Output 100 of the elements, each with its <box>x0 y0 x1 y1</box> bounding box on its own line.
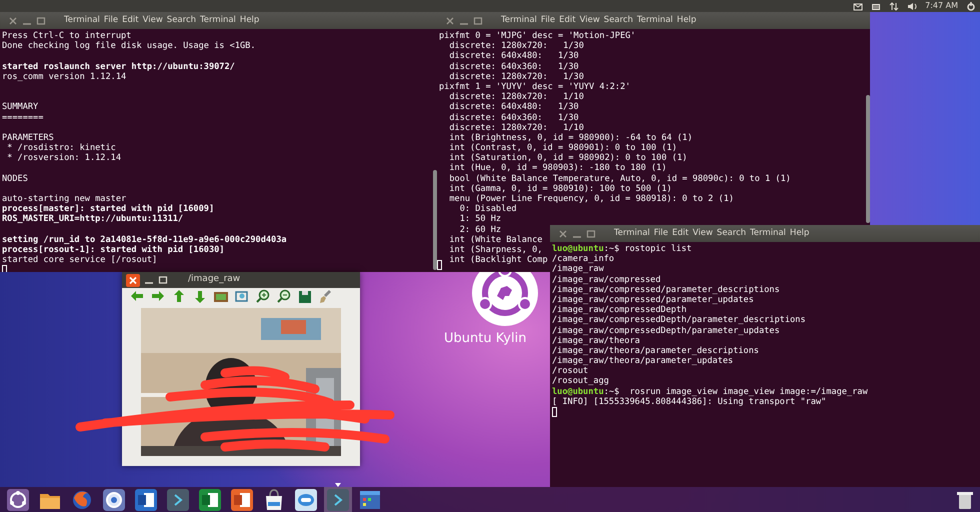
terminal-command: :~$ rostopic list <box>604 244 692 254</box>
terminal-line: pixfmt 0 = 'MJPG' desc = 'Motion-JPEG' <box>439 31 636 42</box>
menu-item[interactable]: Search <box>602 12 635 29</box>
terminal-line: /image_raw/theora/parameter_descriptions <box>552 346 759 356</box>
terminal-line: process[master]: started with pid [16009] <box>2 204 214 214</box>
text-cursor <box>437 260 442 270</box>
menu-item[interactable]: File <box>102 12 120 29</box>
terminal-line: /image_raw/theora/parameter_updates <box>552 356 734 366</box>
terminal-line: int (White Balance <box>448 234 542 245</box>
dash-icon <box>7 489 29 511</box>
terminal-line: discrete: 640x480: 1/30 <box>448 102 579 112</box>
menu-item[interactable]: Edit <box>557 12 578 29</box>
network-icon[interactable] <box>889 2 900 10</box>
terminal-line: ros_comm version 1.12.14 <box>2 72 126 82</box>
menu-item[interactable]: Search <box>164 12 198 29</box>
launcher-item[interactable] <box>132 487 160 512</box>
launcher-item[interactable] <box>100 487 128 512</box>
menu-item[interactable]: Terminal <box>635 12 675 29</box>
terminal-line: * /rosversion: 1.12.14 <box>6 153 121 164</box>
terminal-line: Done checking log file disk usage. Usage is <1GB. <box>2 41 256 52</box>
presentation-icon <box>231 489 253 511</box>
menu-item[interactable]: Help <box>788 225 812 242</box>
terminal-line: discrete: 640x480: 1/30 <box>448 51 579 62</box>
close-icon[interactable] <box>126 274 140 286</box>
menu-item[interactable]: Help <box>238 12 262 29</box>
terminal-line: int (Saturation, 0, id = 980902): 0 to 100 (1) <box>448 153 688 164</box>
menu-item[interactable]: View <box>578 12 602 29</box>
terminal-line: discrete: 1280x720: 1/10 <box>448 122 584 133</box>
terminal-line: bool (White Balance Temperature, Auto, 0, id = 98090c): 0 to 1 (1) <box>448 174 791 184</box>
terminal-line: NODES <box>2 174 28 184</box>
spreadsheet-icon <box>199 489 221 511</box>
terminal-line: int (Backlight Comp <box>448 255 548 266</box>
terminal-line: Press Ctrl-C to interrupt <box>2 31 132 41</box>
terminal-line: /image_raw/compressedDepth <box>552 305 687 316</box>
terminal-line: /image_raw/compressed <box>552 274 661 285</box>
terminal-line: int (Brightness, 0, id = 980900): -64 to 64 (1) <box>448 132 693 144</box>
shopping-bag-icon <box>263 489 285 511</box>
menu-item[interactable]: Edit <box>670 225 691 242</box>
clock[interactable]: 7:47 AM <box>925 0 958 12</box>
terminal-line: ROS_MASTER_URI=http://ubuntu:11311/ <box>2 214 184 225</box>
terminal-line: menu (Power Line Frequency, 0, id = 980918): 0 to 2 (1) <box>448 194 734 204</box>
text-cursor <box>2 265 7 272</box>
terminal-line: /image_raw/compressed/parameter_descriptions <box>552 284 780 295</box>
terminal-line: /image_raw/compressedDepth/parameter_updates <box>552 326 780 336</box>
terminal-icon <box>167 489 189 511</box>
terminal-line: discrete: 1280x720: 1/30 <box>448 41 584 52</box>
terminal-line: setting /run_id to 2a14081e-5f8d-11e9-a9e6-000c290d403a <box>2 234 287 245</box>
launcher-item[interactable] <box>196 487 224 512</box>
terminal-line: /image_raw/compressed/parameter_updates <box>552 294 754 306</box>
menu-item[interactable]: Terminal <box>612 225 652 242</box>
menu-item[interactable]: View <box>140 12 165 29</box>
scrollbar[interactable] <box>866 95 870 223</box>
menu-item[interactable]: File <box>538 12 558 29</box>
terminal-line: discrete: 640x360: 1/30 <box>448 112 579 123</box>
prompt-user: luo@ubuntu <box>552 244 604 254</box>
power-icon[interactable] <box>966 2 976 10</box>
terminal-line: PARAMETERS <box>2 132 54 144</box>
terminal-line: discrete: 1280x720: 1/10 <box>448 92 584 102</box>
terminal-line: /rosout <box>552 366 588 376</box>
volume-icon[interactable] <box>907 2 918 10</box>
menu-item[interactable]: Terminal <box>198 12 238 29</box>
text-cursor <box>552 407 557 417</box>
terminal-line: process[rosout-1]: started with pid [16030] <box>2 244 224 256</box>
menu-item[interactable]: Search <box>714 225 748 242</box>
terminal-line: /image_raw <box>552 264 604 275</box>
terminal-line: int (Contrast, 0, id = 980901): 0 to 100 (1) <box>448 143 677 154</box>
launcher-item[interactable] <box>228 487 256 512</box>
terminal-line: discrete: 640x360: 1/30 <box>448 62 579 72</box>
trash-icon[interactable] <box>956 490 974 510</box>
menu-item[interactable]: Edit <box>120 12 141 29</box>
window-icon <box>359 489 381 511</box>
menu-item[interactable]: Help <box>674 12 698 29</box>
terminal-command: :~$ rosrun image_view image_view image:=/image_raw <box>604 386 868 397</box>
scrollbar[interactable] <box>433 170 437 270</box>
terminal-line: discrete: 1280x720: 1/30 <box>448 72 584 82</box>
menu-item[interactable]: Terminal <box>62 12 102 29</box>
terminal-line: [ INFO] [1555339645.808444386]: Using transport "raw" <box>552 396 826 407</box>
launcher-item[interactable] <box>292 487 320 512</box>
menu-item[interactable]: Terminal <box>499 12 539 29</box>
envelope-icon[interactable] <box>853 2 864 10</box>
menu-item[interactable]: Terminal <box>748 225 788 242</box>
terminal-line: pixfmt 1 = 'YUYV' desc = 'YUYV 4:2:2' <box>439 82 630 92</box>
terminal-line: started core service [/rosout] <box>2 255 158 266</box>
prompt-user: luo@ubuntu <box>552 386 604 397</box>
launcher-item[interactable] <box>4 487 32 512</box>
terminal-line: 1: 50 Hz <box>458 214 502 225</box>
menu-item[interactable]: File <box>652 225 670 242</box>
window-title: /image_raw <box>188 273 240 286</box>
document-icon <box>135 489 157 511</box>
terminal-line: ======== <box>2 112 44 123</box>
terminal-line: 2: 60 Hz <box>458 224 502 235</box>
menu-item[interactable]: View <box>690 225 715 242</box>
terminal-line: * /rosdistro: kinetic <box>6 143 116 154</box>
terminal-line: SUMMARY <box>2 102 38 112</box>
terminal-line: /image_raw/theora <box>552 336 640 346</box>
launcher-item[interactable] <box>164 487 192 512</box>
terminal-line: int (Sharpness, 0, <box>448 244 542 255</box>
terminal-line: /camera_info <box>552 254 614 264</box>
terminal-line: int (Gamma, 0, id = 980910): 100 to 500 (1) <box>448 184 672 194</box>
terminal-line: /image_raw/compressedDepth/parameter_descriptions <box>552 315 806 326</box>
